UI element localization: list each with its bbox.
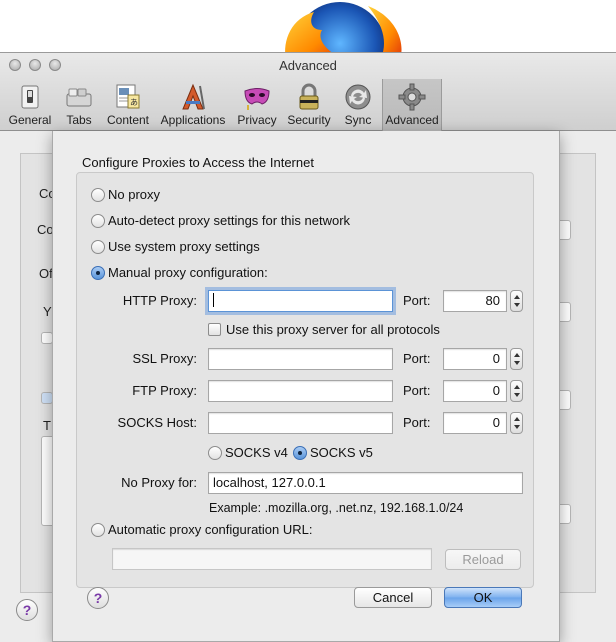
http-proxy-label: HTTP Proxy:: [122, 293, 197, 308]
window-title: Advanced: [279, 58, 337, 73]
http-port-label: Port:: [403, 293, 431, 308]
http-proxy-input[interactable]: [208, 290, 393, 312]
auto-detect-radio[interactable]: [91, 214, 105, 228]
switch-icon: [15, 82, 45, 112]
socks-port-label: Port:: [403, 415, 431, 430]
reload-button[interactable]: Reload: [445, 549, 521, 570]
socks-host-input[interactable]: [208, 412, 393, 434]
help-button[interactable]: ?: [87, 587, 109, 609]
bg-snippet: Y: [43, 304, 52, 319]
connection-settings-sheet: Configure Proxies to Access the Internet…: [52, 131, 560, 642]
no-proxy-for-label: No Proxy for:: [121, 475, 197, 490]
system-proxy-radio[interactable]: [91, 240, 105, 254]
auto-url-input[interactable]: [112, 548, 432, 570]
title-bar: Advanced General Tabs あ Content Applicat…: [0, 53, 616, 131]
tab-advanced[interactable]: Advanced: [382, 79, 442, 131]
dialog-header: Configure Proxies to Access the Internet: [82, 155, 314, 170]
socks-port-input[interactable]: 0: [443, 412, 507, 434]
manual-proxy-label[interactable]: Manual proxy configuration:: [108, 265, 268, 280]
tab-applications[interactable]: Applications: [158, 79, 228, 129]
tab-privacy[interactable]: Privacy: [234, 79, 280, 129]
tab-general[interactable]: General: [6, 79, 54, 129]
ftp-proxy-label: FTP Proxy:: [132, 383, 197, 398]
system-proxy-label[interactable]: Use system proxy settings: [108, 239, 260, 254]
ssl-proxy-label: SSL Proxy:: [132, 351, 197, 366]
socks-port-stepper[interactable]: [510, 412, 523, 434]
ftp-proxy-input[interactable]: [208, 380, 393, 402]
ftp-port-input[interactable]: 0: [443, 380, 507, 402]
ok-button[interactable]: OK: [444, 587, 522, 608]
content-icon: あ: [113, 82, 143, 112]
sync-icon: [343, 82, 373, 112]
applications-icon: [178, 82, 208, 112]
socks-v5-label[interactable]: SOCKS v5: [310, 445, 373, 460]
ssl-port-label: Port:: [403, 351, 431, 366]
no-proxy-example: Example: .mozilla.org, .net.nz, 192.168.…: [209, 501, 464, 515]
tabs-icon: [64, 82, 94, 112]
bg-help-button[interactable]: ?: [16, 599, 38, 621]
mask-icon: [242, 82, 272, 112]
ssl-port-stepper[interactable]: [510, 348, 523, 370]
bg-snippet: T: [43, 418, 51, 433]
socks-v4-radio[interactable]: [208, 446, 222, 460]
socks-v4-label[interactable]: SOCKS v4: [225, 445, 288, 460]
http-port-stepper[interactable]: [510, 290, 523, 312]
svg-text:あ: あ: [130, 98, 138, 107]
auto-url-label[interactable]: Automatic proxy configuration URL:: [108, 522, 312, 537]
no-proxy-for-input[interactable]: localhost, 127.0.0.1: [208, 472, 523, 494]
socks-host-label: SOCKS Host:: [117, 415, 197, 430]
no-proxy-radio[interactable]: [91, 188, 105, 202]
tab-sync[interactable]: Sync: [338, 79, 378, 129]
ssl-port-input[interactable]: 0: [443, 348, 507, 370]
manual-proxy-radio[interactable]: [91, 266, 105, 280]
cancel-button[interactable]: Cancel: [354, 587, 432, 608]
text-caret: [213, 293, 214, 307]
auto-url-radio[interactable]: [91, 523, 105, 537]
socks-v5-radio[interactable]: [293, 446, 307, 460]
preferences-toolbar: General Tabs あ Content Applications Priv…: [0, 79, 616, 131]
all-protocols-checkbox[interactable]: [208, 323, 221, 336]
gear-icon: [397, 82, 427, 112]
tab-content[interactable]: あ Content: [104, 79, 152, 129]
proxy-options-group: No proxy Auto-detect proxy settings for …: [76, 172, 534, 588]
bg-snippet: Of: [39, 266, 53, 281]
auto-detect-label[interactable]: Auto-detect proxy settings for this netw…: [108, 213, 350, 228]
http-port-input[interactable]: 80: [443, 290, 507, 312]
ssl-proxy-input[interactable]: [208, 348, 393, 370]
firefox-logo-icon: [268, 0, 408, 60]
ftp-port-stepper[interactable]: [510, 380, 523, 402]
ftp-port-label: Port:: [403, 383, 431, 398]
tab-security[interactable]: Security: [285, 79, 333, 129]
no-proxy-label[interactable]: No proxy: [108, 187, 160, 202]
all-protocols-label[interactable]: Use this proxy server for all protocols: [226, 322, 440, 337]
lock-icon: [294, 82, 324, 112]
tab-tabs[interactable]: Tabs: [58, 79, 100, 129]
